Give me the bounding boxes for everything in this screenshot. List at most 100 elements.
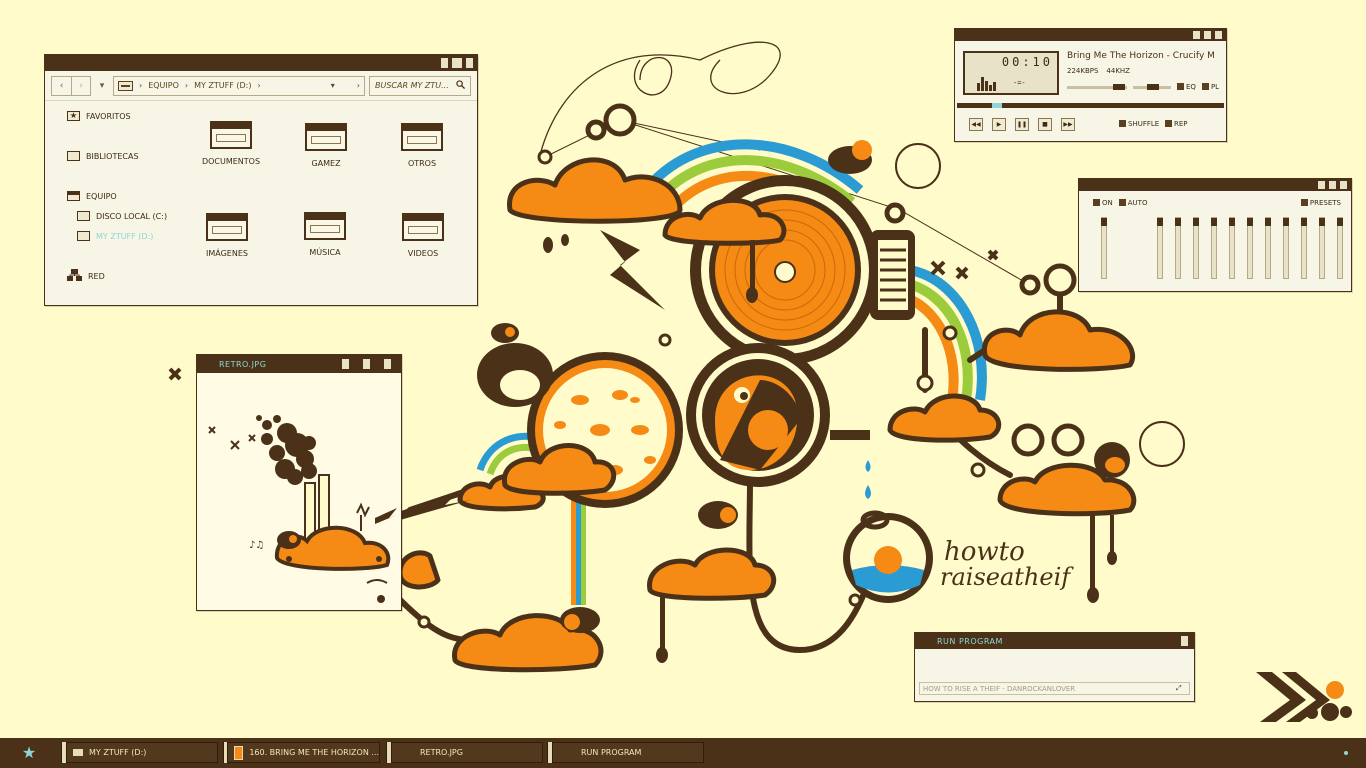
explorer-titlebar[interactable]: [45, 55, 477, 71]
address-dropdown-icon[interactable]: ▾: [331, 81, 335, 90]
close-button[interactable]: [1215, 31, 1222, 39]
sidebar-item-red[interactable]: RED: [67, 269, 105, 283]
search-input[interactable]: BUSCAR MY ZTU...: [369, 75, 471, 96]
slider-knob[interactable]: [1265, 218, 1271, 226]
equalizer-titlebar[interactable]: [1079, 179, 1351, 191]
slider-knob[interactable]: [1319, 218, 1325, 226]
taskbar-item-run[interactable]: RUN PROGRAM: [547, 742, 704, 763]
seek-bar[interactable]: [957, 103, 1224, 108]
sidebar-item-favoritos[interactable]: ★ FAVORITOS: [67, 109, 131, 123]
seek-position[interactable]: [992, 103, 1002, 108]
slider-knob[interactable]: [1157, 218, 1163, 226]
next-button[interactable]: ▶▶: [1061, 118, 1075, 131]
previous-button[interactable]: ◀◀: [969, 118, 983, 131]
volume-slider[interactable]: [1067, 83, 1127, 90]
close-button[interactable]: [384, 359, 391, 369]
eq-band-slider[interactable]: [1193, 217, 1199, 279]
eq-toggle[interactable]: EQ: [1177, 83, 1196, 91]
shade-button[interactable]: [1204, 31, 1211, 39]
eq-on-toggle[interactable]: ON: [1093, 199, 1113, 207]
start-button[interactable]: ★: [18, 742, 40, 764]
search-placeholder: BUSCAR MY ZTU...: [375, 81, 449, 90]
close-button[interactable]: [1181, 636, 1188, 646]
eq-band-slider[interactable]: [1247, 217, 1253, 279]
sidebar-item-disco-local[interactable]: DISCO LOCAL (C:): [77, 209, 167, 223]
explorer-body: ★ FAVORITOS BIBLIOTECAS EQUIPO DISCO LOC…: [45, 101, 477, 305]
slider-knob[interactable]: [1337, 218, 1343, 226]
run-command-input[interactable]: HOW TO RISE A THEIF - DANROCKANLOVER ⤢: [919, 682, 1190, 695]
maximize-button[interactable]: [363, 359, 370, 369]
folder-imagenes[interactable]: IMÁGENES: [192, 213, 262, 258]
pl-toggle[interactable]: PL: [1201, 83, 1219, 91]
folder-musica[interactable]: MÚSICA: [290, 212, 360, 257]
back-button[interactable]: ‹: [51, 75, 71, 96]
sidebar-item-equipo[interactable]: EQUIPO: [67, 189, 117, 203]
forward-arrow-icon: ›: [79, 80, 83, 91]
eq-band-slider[interactable]: [1229, 217, 1235, 279]
eq-band-slider[interactable]: [1283, 217, 1289, 279]
drive-icon: [118, 80, 133, 91]
checkbox-icon: [1177, 83, 1184, 90]
slider-knob[interactable]: [1229, 218, 1235, 226]
eq-auto-toggle[interactable]: AUTO: [1118, 199, 1147, 207]
slider-knob[interactable]: [1301, 218, 1307, 226]
image-viewer-window: RETRO.JPG ♪♫: [196, 354, 402, 611]
folder-gamez[interactable]: GAMEZ: [291, 123, 361, 168]
shuffle-toggle[interactable]: SHUFFLE: [1119, 120, 1159, 128]
eq-band-slider[interactable]: [1157, 217, 1163, 279]
presets-button[interactable]: PRESETS: [1300, 199, 1341, 207]
player-titlebar[interactable]: [955, 29, 1226, 41]
slider-knob[interactable]: [1211, 218, 1217, 226]
close-button[interactable]: [1340, 181, 1347, 189]
minimize-button[interactable]: [1193, 31, 1200, 39]
taskbar-item-player[interactable]: 160. BRING ME THE HORIZON ...: [223, 742, 380, 763]
stop-button[interactable]: ■: [1038, 118, 1052, 131]
eq-band-slider[interactable]: [1301, 217, 1307, 279]
pause-button[interactable]: ❚❚: [1015, 118, 1029, 131]
minimize-button[interactable]: [1318, 181, 1325, 189]
repeat-toggle[interactable]: REP: [1165, 120, 1188, 128]
folder-icon: [305, 123, 347, 151]
recent-pages-button[interactable]: ▾: [95, 75, 109, 96]
forward-button[interactable]: ›: [71, 75, 91, 96]
eq-band-slider[interactable]: [1265, 217, 1271, 279]
hard-drive-icon: [77, 211, 90, 221]
slider-knob[interactable]: [1175, 218, 1181, 226]
sidebar-item-bibliotecas[interactable]: BIBLIOTECAS: [67, 149, 139, 163]
run-go-icon[interactable]: ⤢: [1176, 684, 1185, 693]
eq-band-slider[interactable]: [1319, 217, 1325, 279]
task-label: RETRO.JPG: [420, 748, 463, 757]
network-icon: [67, 269, 82, 283]
folder-label: GAMEZ: [311, 159, 341, 168]
eq-band-slider[interactable]: [1175, 217, 1181, 279]
viewer-titlebar[interactable]: RETRO.JPG: [197, 355, 401, 373]
shade-button[interactable]: [1329, 181, 1336, 189]
minimize-button[interactable]: [342, 359, 349, 369]
taskbar-item-viewer[interactable]: RETRO.JPG: [386, 742, 543, 763]
slider-knob[interactable]: [1283, 218, 1289, 226]
run-titlebar[interactable]: RUN PROGRAM: [915, 633, 1194, 649]
maximize-button[interactable]: [452, 58, 462, 68]
breadcrumb-my-ztuff[interactable]: MY ZTUFF (D:): [194, 81, 251, 90]
eq-band-slider[interactable]: [1337, 217, 1343, 279]
sidebar-item-my-ztuff[interactable]: MY ZTUFF (D:): [77, 229, 153, 243]
balance-slider[interactable]: [1133, 83, 1171, 90]
eq-band-slider[interactable]: [1211, 217, 1217, 279]
preamp-slider[interactable]: [1101, 217, 1107, 279]
folder-label: MÚSICA: [309, 248, 341, 257]
folder-otros[interactable]: OTROS: [387, 123, 457, 168]
breadcrumb-equipo[interactable]: EQUIPO: [148, 81, 179, 90]
slider-knob[interactable]: [1101, 218, 1107, 226]
track-info: Bring Me The Horizon - Crucify M 224KBPS…: [1067, 51, 1223, 91]
tray-indicator-icon[interactable]: [1344, 751, 1348, 755]
address-go-icon[interactable]: ›: [357, 81, 360, 90]
slider-knob[interactable]: [1247, 218, 1253, 226]
folder-videos[interactable]: VIDEOS: [388, 213, 458, 258]
address-bar[interactable]: › EQUIPO › MY ZTUFF (D:) › ▾ ›: [113, 75, 365, 96]
play-button[interactable]: ▶: [992, 118, 1006, 131]
close-button[interactable]: [466, 58, 473, 68]
taskbar-item-explorer[interactable]: MY ZTUFF (D:): [61, 742, 218, 763]
slider-knob[interactable]: [1193, 218, 1199, 226]
minimize-button[interactable]: [441, 58, 448, 68]
folder-documentos[interactable]: DOCUMENTOS: [196, 121, 266, 166]
